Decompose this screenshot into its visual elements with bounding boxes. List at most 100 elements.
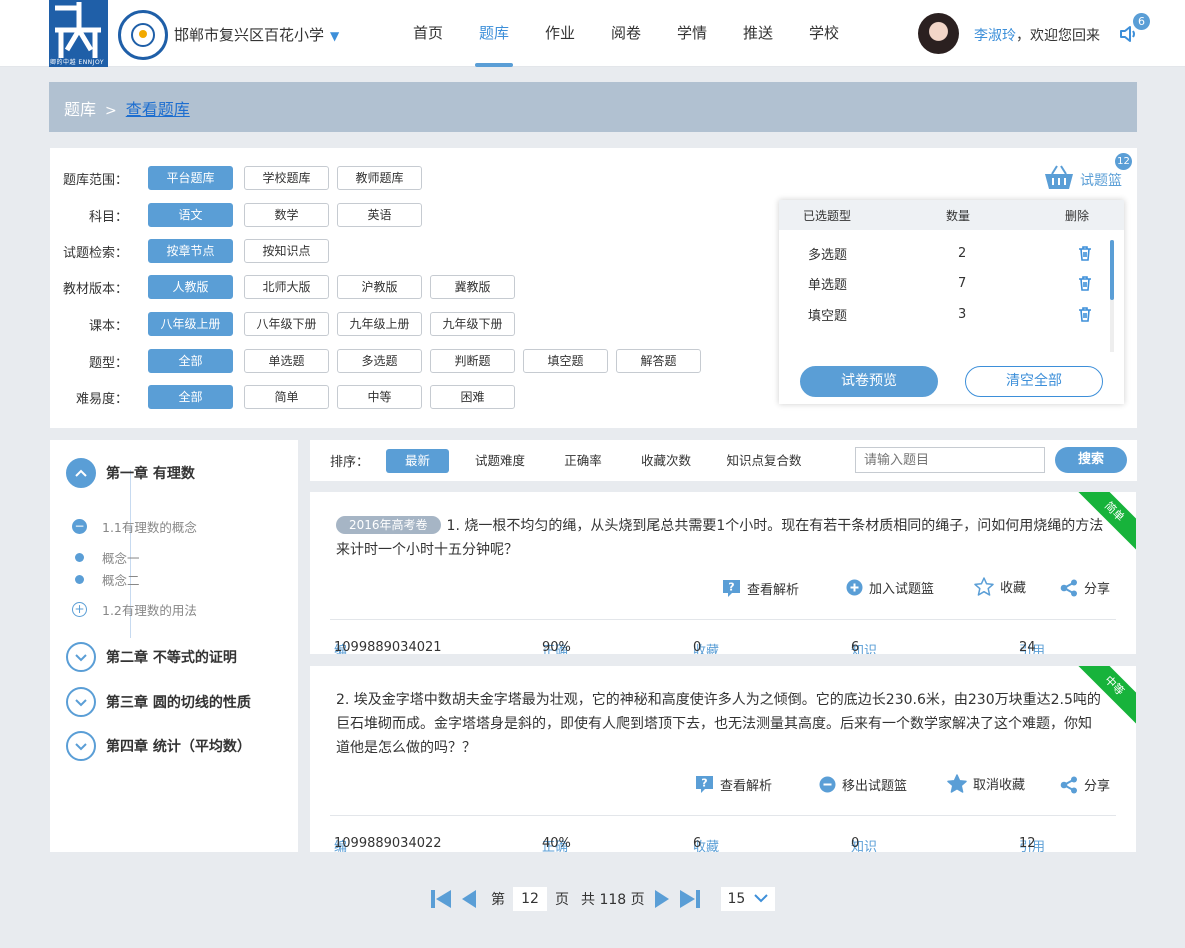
chapter-item[interactable]: 第一章 有理数	[66, 458, 195, 488]
chapter-title: 第二章 不等式的证明	[106, 650, 237, 666]
filter-option[interactable]: 判断题	[430, 349, 515, 373]
filter-option[interactable]: 全部	[148, 385, 233, 409]
search-button[interactable]: 搜索	[1055, 447, 1127, 473]
filter-option[interactable]: 多选题	[337, 349, 422, 373]
filter-row-edition: 教材版本： 人教版 北师大版 沪教版 冀教版	[50, 275, 515, 299]
school-emblem	[118, 10, 168, 60]
filter-option[interactable]: 全部	[148, 349, 233, 373]
view-analysis-button[interactable]: ? 查看解析	[695, 774, 772, 794]
search-input[interactable]	[855, 447, 1045, 473]
welcome-message: ，欢迎您回来	[1016, 28, 1100, 44]
avatar[interactable]	[918, 13, 959, 54]
sort-option[interactable]: 知识点复合数	[712, 449, 816, 473]
filter-option[interactable]: 填空题	[523, 349, 608, 373]
source-tag: 2016年高考卷	[336, 516, 441, 534]
trash-icon[interactable]	[1078, 275, 1092, 291]
nav-home[interactable]: 首页	[395, 0, 461, 67]
action-label: 移出试题篮	[842, 779, 908, 794]
page-input[interactable]: 12	[513, 887, 547, 911]
basket-scrollbar[interactable]	[1110, 240, 1114, 352]
view-analysis-button[interactable]: ? 查看解析	[722, 578, 799, 598]
sort-option[interactable]: 正确率	[548, 449, 618, 473]
filter-option[interactable]: 英语	[337, 203, 422, 227]
filter-option[interactable]: 人教版	[148, 275, 233, 299]
remove-from-basket-button[interactable]: 移出试题篮	[819, 775, 907, 794]
basket-icon[interactable]	[1044, 164, 1074, 190]
prev-page-icon[interactable]	[461, 889, 477, 909]
breadcrumb-current[interactable]: 查看题库	[126, 100, 190, 119]
favorite-button[interactable]: 收藏	[974, 577, 1026, 596]
basket-col-type: 已选题型	[803, 208, 852, 223]
filter-option[interactable]: 九年级下册	[430, 312, 515, 336]
basket-label[interactable]: 试题篮	[1080, 170, 1122, 190]
filter-option[interactable]: 北师大版	[244, 275, 329, 299]
trash-icon[interactable]	[1078, 306, 1092, 322]
section-item[interactable]: + 1.2有理数的用法	[72, 600, 197, 619]
user-name[interactable]: 李淑玲	[974, 28, 1016, 44]
filter-option[interactable]: 困难	[430, 385, 515, 409]
question-body: 1. 烧一根不均匀的绳，从头烧到尾总共需要1个小时。现在有若干条材质相同的绳子，…	[336, 518, 1104, 558]
filter-option[interactable]: 单选题	[244, 349, 329, 373]
nav-question-bank[interactable]: 题库	[461, 0, 527, 67]
share-button[interactable]: 分享	[1060, 775, 1110, 794]
clear-all-button[interactable]: 清空全部	[965, 366, 1103, 397]
chevron-up-icon[interactable]	[66, 458, 96, 488]
filter-option[interactable]: 平台题库	[148, 166, 233, 190]
filter-option[interactable]: 按知识点	[244, 239, 329, 263]
filter-label: 题库范围：	[62, 172, 128, 188]
filter-option[interactable]: 解答题	[616, 349, 701, 373]
star-outline-icon	[974, 577, 994, 596]
nav-push[interactable]: 推送	[725, 0, 791, 67]
sort-option[interactable]: 收藏次数	[622, 449, 710, 473]
trash-icon[interactable]	[1078, 245, 1092, 261]
minus-icon[interactable]: −	[72, 519, 87, 534]
page-size-select[interactable]: 15	[720, 887, 775, 911]
chevron-down-icon[interactable]	[66, 642, 96, 672]
chapter-title: 第三章 圆的切线的性质	[106, 695, 251, 711]
plus-icon[interactable]: +	[72, 602, 87, 617]
chevron-down-icon[interactable]	[66, 687, 96, 717]
filter-option[interactable]: 学校题库	[244, 166, 329, 190]
last-page-icon[interactable]	[679, 889, 701, 909]
chapter-item[interactable]: 第二章 不等式的证明	[66, 642, 237, 672]
filter-option[interactable]: 沪教版	[337, 275, 422, 299]
school-selector[interactable]: 邯郸市复兴区百花小学 ▼	[174, 24, 339, 45]
action-label: 分享	[1084, 779, 1111, 794]
share-button[interactable]: 分享	[1060, 578, 1110, 597]
concept-item[interactable]: 概念二	[72, 570, 140, 589]
sort-option[interactable]: 最新	[386, 448, 450, 473]
nav-analytics[interactable]: 学情	[659, 0, 725, 67]
action-label: 查看解析	[720, 778, 773, 794]
filter-option[interactable]: 中等	[337, 385, 422, 409]
chevron-down-icon[interactable]	[66, 731, 96, 761]
breadcrumb-root[interactable]: 题库	[64, 100, 96, 119]
concept-item[interactable]: 概念一	[72, 548, 140, 567]
chapter-item[interactable]: 第三章 圆的切线的性质	[66, 687, 251, 717]
filter-row-subject: 科目： 语文 数学 英语	[50, 203, 422, 227]
brand-logo[interactable]: 卿的中越 ENNJOY	[49, 0, 108, 67]
next-page-icon[interactable]	[654, 889, 670, 909]
sort-option[interactable]: 试题难度	[456, 449, 544, 473]
section-title: 1.1有理数的概念	[102, 520, 197, 535]
add-to-basket-button[interactable]: 加入试题篮	[846, 578, 934, 597]
filter-option[interactable]: 冀教版	[430, 275, 515, 299]
filter-option[interactable]: 八年级上册	[148, 312, 233, 336]
page-prefix: 第	[491, 892, 505, 908]
chapter-item[interactable]: 第四章 统计（平均数）	[66, 731, 251, 761]
basket-dropdown: 已选题型 数量 删除 多选题 2 单选题 7 填空题 3 试卷预览 清空全部	[779, 200, 1124, 404]
filter-option[interactable]: 九年级上册	[337, 312, 422, 336]
filter-option[interactable]: 语文	[148, 203, 233, 227]
filter-option[interactable]: 八年级下册	[244, 312, 329, 336]
nav-homework[interactable]: 作业	[527, 0, 593, 67]
nav-school[interactable]: 学校	[791, 0, 857, 67]
first-page-icon[interactable]	[430, 889, 452, 909]
filter-option[interactable]: 按章节点	[148, 239, 233, 263]
filter-option[interactable]: 教师题库	[337, 166, 422, 190]
filter-option[interactable]: 数学	[244, 203, 329, 227]
chevron-down-icon	[754, 894, 768, 903]
preview-paper-button[interactable]: 试卷预览	[800, 366, 938, 397]
nav-grading[interactable]: 阅卷	[593, 0, 659, 67]
filter-option[interactable]: 简单	[244, 385, 329, 409]
section-item[interactable]: − 1.1有理数的概念	[72, 517, 197, 536]
unfavorite-button[interactable]: 取消收藏	[947, 774, 1025, 793]
